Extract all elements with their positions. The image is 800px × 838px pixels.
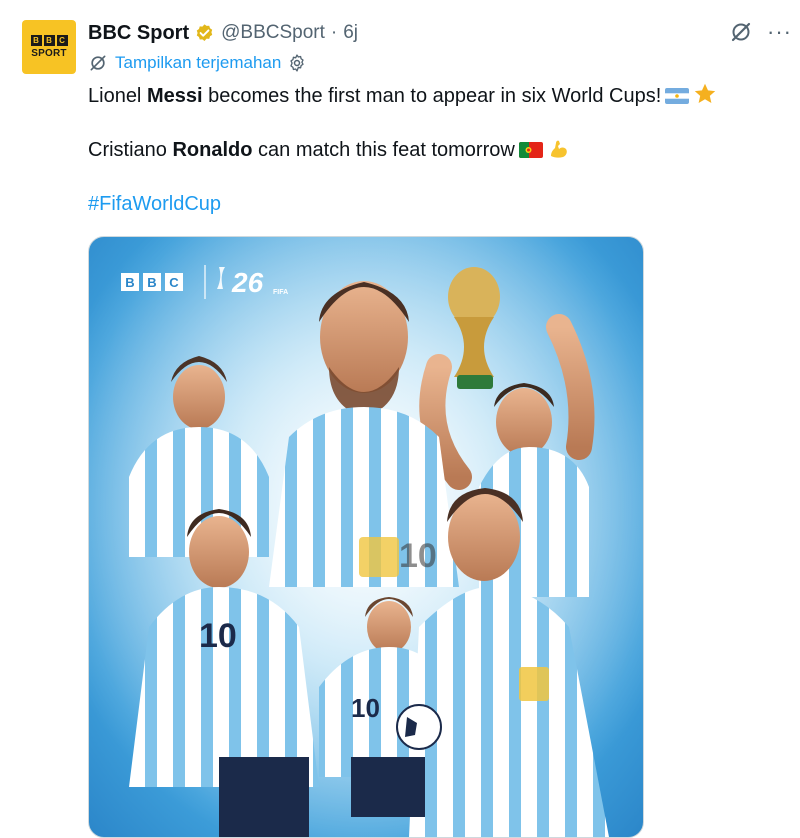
- bold-name: Ronaldo: [172, 139, 253, 161]
- avatar[interactable]: B B C SPORT: [22, 20, 76, 74]
- tweet-actions-top: ···: [729, 20, 792, 44]
- media-logo-block: B: [125, 275, 134, 290]
- logo-block: B: [30, 35, 42, 46]
- separator-dot: ·: [330, 22, 338, 43]
- logo-block: B: [43, 35, 55, 46]
- avatar-sport-text: SPORT: [31, 48, 67, 59]
- text-segment: becomes the first man to appear in six W…: [202, 85, 662, 107]
- translate-icon: [90, 55, 106, 71]
- jersey-number: 10: [399, 537, 437, 575]
- settings-gear-icon[interactable]: [287, 53, 307, 73]
- media-logo-block: B: [147, 275, 156, 290]
- more-icon[interactable]: ···: [767, 21, 792, 43]
- media-illustration: B B C 26 FIFA 10 10 10: [89, 237, 643, 837]
- text-line-1: Lionel Messi becomes the first man to ap…: [88, 82, 778, 110]
- tweet[interactable]: B B C SPORT BBC Sport @BBCSport · 6j ···…: [0, 0, 800, 838]
- translate-link[interactable]: Tampilkan terjemahan: [115, 53, 281, 73]
- jersey-number: 10: [199, 617, 237, 655]
- flexed-bicep-icon: [550, 140, 567, 158]
- text-line-2: Cristiano Ronaldo can match this feat to…: [88, 136, 778, 164]
- verified-badge-icon[interactable]: [194, 23, 215, 44]
- hashtag-line: #FifaWorldCup: [88, 190, 778, 218]
- timestamp[interactable]: 6j: [343, 22, 358, 44]
- handle[interactable]: @BBCSport: [221, 22, 325, 44]
- bbc-logo-blocks: B B C: [30, 35, 68, 46]
- media-logo-26: 26: [231, 267, 264, 298]
- tweet-header: BBC Sport @BBCSport · 6j: [88, 19, 358, 47]
- display-name[interactable]: BBC Sport: [88, 22, 189, 45]
- hashtag-link[interactable]: #FifaWorldCup: [88, 193, 221, 215]
- media-logo-fifa: FIFA: [273, 289, 288, 296]
- jersey-number: 10: [351, 693, 380, 723]
- translate-row[interactable]: Tampilkan terjemahan: [88, 53, 307, 73]
- text-segment: Lionel: [88, 85, 147, 107]
- text-segment: can match this feat tomorrow: [252, 139, 515, 161]
- text-segment: Cristiano: [88, 139, 173, 161]
- portugal-flag-icon: [518, 142, 543, 158]
- grok-icon[interactable]: [729, 20, 753, 44]
- argentina-flag-icon: [665, 88, 690, 104]
- logo-block: C: [56, 35, 68, 46]
- bold-name: Messi: [146, 85, 203, 107]
- tweet-media-image[interactable]: B B C 26 FIFA 10 10 10: [88, 236, 644, 838]
- tweet-text: Lionel Messi becomes the first man to ap…: [88, 82, 778, 218]
- star-icon: [695, 83, 716, 103]
- media-logo-block: C: [169, 275, 179, 290]
